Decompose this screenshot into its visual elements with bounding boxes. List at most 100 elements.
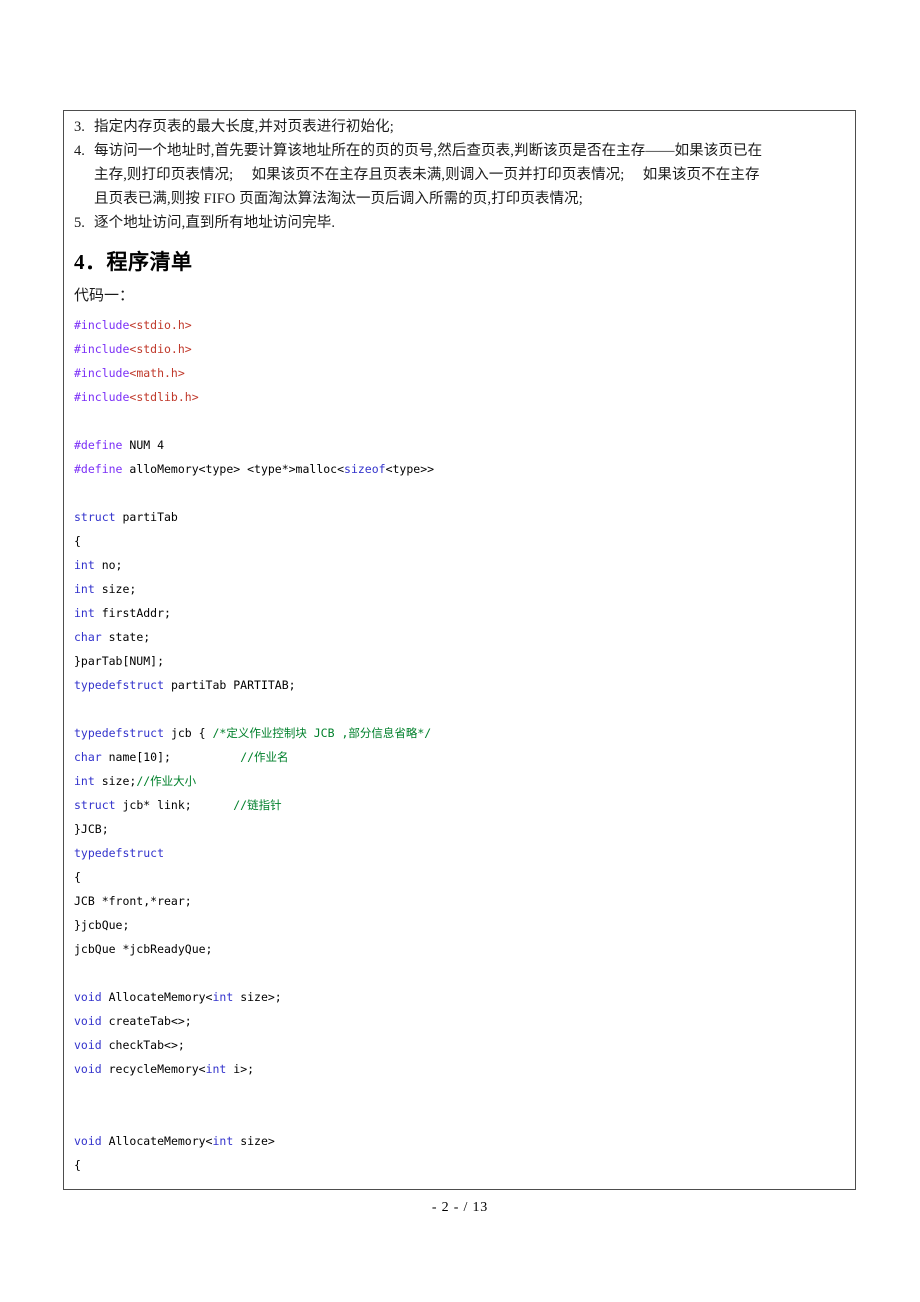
code-token-plain: jcb { [164,726,213,740]
code-token-cmt: /*定义作业控制块 JCB ,部分信息省略*/ [212,726,432,740]
list-item-number: 4. [74,143,85,159]
code-token-pre: #include [74,390,130,404]
code-token-plain: NUM 4 [122,438,165,452]
code-token-plain: jcbQue *jcbReadyQue; [74,942,213,956]
code-token-kw: typedefstruct [74,846,165,860]
list-item-line: 指定内存页表的最大长度,并对页表进行初始化; [94,119,394,135]
code-token-kw: int [74,606,95,620]
code-line: { [74,1153,855,1177]
code-line: void AllocateMemory<int size>; [74,985,855,1009]
code-token-cmt: //链指针 [233,798,282,812]
code-token-plain: { [74,534,81,548]
code-token-plain: }parTab[NUM]; [74,654,165,668]
code-token-plain: alloMemory<type> <type*>malloc< [122,462,345,476]
code-token-kw: struct [74,798,116,812]
list-item-text: 逐个地址访问,直到所有地址访问完毕. [94,211,845,235]
code-token-plain: name[10]; [101,750,241,764]
list-item-number: 5. [74,215,85,231]
code-token-cmt: //作业大小 [136,774,197,788]
page-footer: - 2 - / 13 [431,1200,489,1215]
code-token-str: <stdlib.h> [129,390,199,404]
code-token-plain: { [74,1158,81,1172]
list-item-text: 每访问一个地址时,首先要计算该地址所在的页的页号,然后查页表,判断该页是否在主存… [94,139,845,211]
code-token-kw: int [74,558,95,572]
code-token-plain: i>; [226,1062,255,1076]
code-line: #include<stdlib.h> [74,385,855,409]
code-line: void AllocateMemory<int size> [74,1129,855,1153]
code-token-plain: size; [94,774,137,788]
code-line: { [74,529,855,553]
code-line: typedefstruct [74,841,855,865]
code-line: int size;//作业大小 [74,769,855,793]
code-token-plain: <type>> [385,462,435,476]
code-token-kw: typedefstruct [74,678,165,692]
code-line: int firstAddr; [74,601,855,625]
code-token-plain: createTab<>; [101,1014,192,1028]
code-token-kw: char [74,750,102,764]
code-token-kw: sizeof [344,462,386,476]
code-token-pre: #define [74,438,123,452]
code-line: struct partiTab [74,505,855,529]
code-token-pre: #include [74,318,130,332]
code-sub-label: 代码一： [74,288,135,304]
code-block: #include<stdio.h> #include<stdio.h> #inclu… [64,311,855,1177]
code-token-str: <math.h> [129,366,185,380]
list-item-line: 逐个地址访问,直到所有地址访问完毕. [94,215,336,231]
code-line: JCB *front,*rear; [74,889,855,913]
code-token-kw: void [74,990,102,1004]
code-line: }JCB; [74,817,855,841]
code-token-plain: }jcbQue; [74,918,130,932]
list-item-line: 主存,则打印页表情况; 如果该页不在主存且页表未满,则调入一页并打印页表情况; … [94,167,760,183]
code-token-pre: #include [74,366,130,380]
list-item-line: 每访问一个地址时,首先要计算该地址所在的页的页号,然后查页表,判断该页是否在主存… [94,143,763,159]
code-line: void checkTab<>; [74,1033,855,1057]
code-token-kw: int [74,774,95,788]
code-token-kw: int [212,990,234,1004]
code-token-plain: jcb* link; [115,798,234,812]
document-page: 3. 指定内存页表的最大长度,并对页表进行初始化; 4. 每访问一个地址时,首先要计算… [0,0,920,1302]
code-line: #define NUM 4 [74,433,855,457]
code-line: int no; [74,553,855,577]
code-line: char state; [74,625,855,649]
code-token-plain: size>; [233,990,282,1004]
code-token-str: <stdio.h> [129,342,192,356]
code-token-plain: JCB *front,*rear; [74,894,192,908]
code-token-kw: int [74,582,95,596]
code-token-pre: #include [74,342,130,356]
code-token-plain: state; [101,630,151,644]
code-line: struct jcb* link; //链指针 [74,793,855,817]
list-item: 5. 逐个地址访问,直到所有地址访问完毕. [64,211,855,235]
code-token-plain: checkTab<>; [101,1038,185,1052]
list-item: 3. 指定内存页表的最大长度,并对页表进行初始化; [64,115,855,139]
code-token-kw: void [74,1062,102,1076]
code-token-kw: typedefstruct [74,726,165,740]
code-line: void createTab<>; [74,1009,855,1033]
code-token-plain: size> [233,1134,275,1148]
code-token-kw: void [74,1014,102,1028]
code-line: }jcbQue; [74,913,855,937]
code-line: #include<stdio.h> [74,337,855,361]
code-token-plain: no; [94,558,123,572]
code-token-kw: int [212,1134,234,1148]
code-line: int size; [74,577,855,601]
code-line: #include<stdio.h> [74,313,855,337]
code-line: { [74,865,855,889]
code-line: void recycleMemory<int i>; [74,1057,855,1081]
content-frame: 3. 指定内存页表的最大长度,并对页表进行初始化; 4. 每访问一个地址时,首先要计算… [63,110,856,1190]
code-token-plain: partiTab [115,510,178,524]
list-item-line: 且页表已满,则按 FIFO 页面淘汰算法淘汰一页后调入所需的页,打印页表情况; [94,191,583,207]
code-token-plain: { [74,870,81,884]
code-token-pre: #define [74,462,123,476]
code-token-plain: }JCB; [74,822,109,836]
code-token-kw: char [74,630,102,644]
code-line: typedefstruct jcb { /*定义作业控制块 JCB ,部分信息省… [74,721,855,745]
section-heading: 4．程序清单 [74,250,193,274]
code-token-str: <stdio.h> [129,318,192,332]
code-token-plain: AllocateMemory< [101,990,213,1004]
